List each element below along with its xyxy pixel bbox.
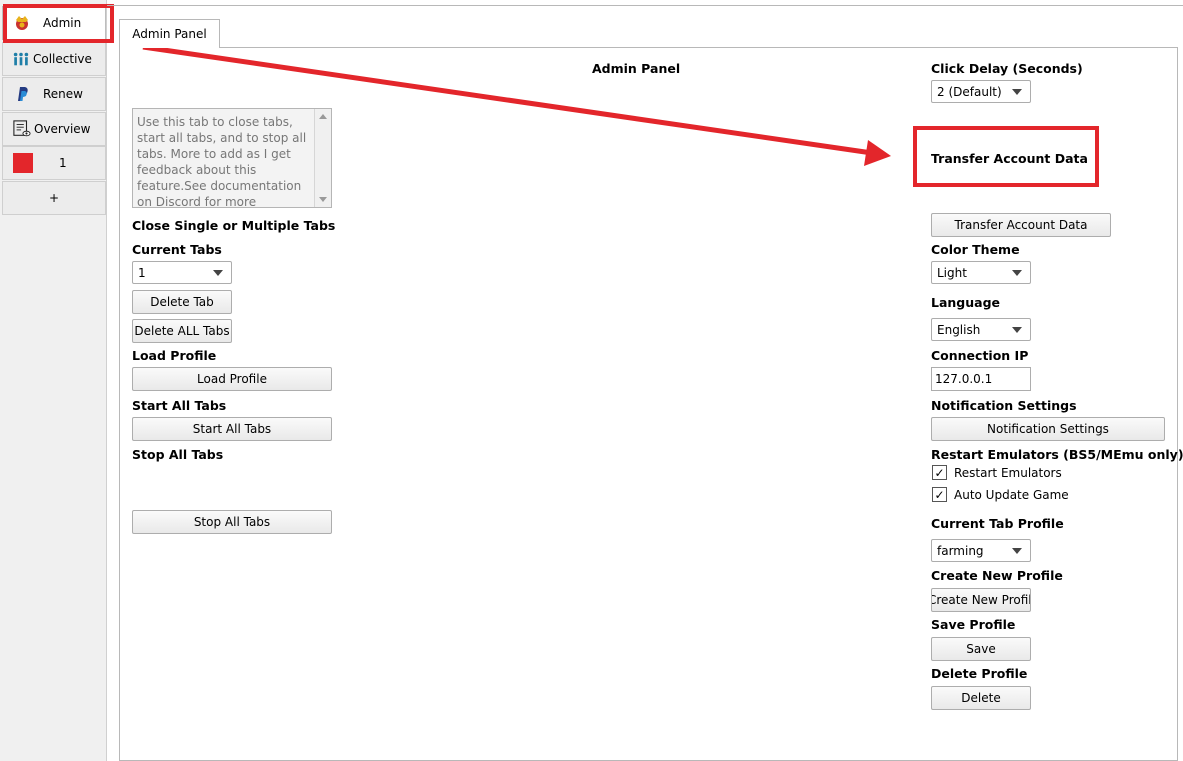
create-profile-button[interactable]: Create New Profile	[931, 588, 1031, 612]
connection-ip-value: 127.0.0.1	[935, 372, 993, 386]
restart-emulators-checkbox[interactable]: ✓	[932, 465, 947, 480]
sidebar-item-admin[interactable]: Admin	[2, 6, 106, 40]
language-label: Language	[931, 295, 1001, 310]
start-all-label: Start All Tabs	[132, 398, 227, 413]
paypal-icon	[13, 85, 31, 103]
description-text: Use this tab to close tabs, start all ta…	[137, 115, 307, 208]
sidebar-item-label: 1	[59, 156, 67, 170]
tab-label: Admin Panel	[132, 27, 207, 41]
checkmark-icon: ✓	[934, 465, 945, 480]
admin-crest-icon	[13, 14, 31, 32]
save-button[interactable]: Save	[931, 637, 1031, 661]
connection-ip-label: Connection IP	[931, 348, 1029, 363]
current-profile-value: farming	[937, 543, 984, 558]
restart-emulators-label: Restart Emulators (BS5/MEmu only)	[931, 447, 1183, 462]
description-textarea[interactable]: Use this tab to close tabs, start all ta…	[132, 108, 332, 208]
restart-emulators-checkbox-label: Restart Emulators	[954, 466, 1062, 480]
list-eye-icon	[13, 120, 31, 138]
click-delay-select[interactable]: 2 (Default)	[931, 80, 1031, 103]
chevron-down-icon	[213, 270, 223, 276]
sidebar: Admin Collective Renew Overview 1 +	[0, 0, 107, 761]
sidebar-item-overview[interactable]: Overview	[2, 112, 106, 146]
color-theme-select[interactable]: Light	[931, 261, 1031, 284]
delete-tab-button[interactable]: Delete Tab	[132, 290, 232, 314]
transfer-heading: Transfer Account Data	[931, 151, 1088, 166]
chevron-down-icon	[1012, 327, 1022, 333]
load-profile-label: Load Profile	[132, 348, 217, 363]
scroll-down-icon[interactable]	[319, 197, 327, 202]
color-theme-value: Light	[937, 265, 967, 280]
connection-ip-input[interactable]: 127.0.0.1	[931, 367, 1031, 391]
sidebar-item-label: Overview	[34, 122, 91, 136]
sidebar-item-label: Admin	[43, 16, 82, 30]
language-value: English	[937, 322, 981, 337]
chevron-down-icon	[1012, 270, 1022, 276]
auto-update-checkbox[interactable]: ✓	[932, 487, 947, 502]
save-profile-label: Save Profile	[931, 617, 1016, 632]
load-profile-button[interactable]: Load Profile	[132, 367, 332, 391]
notification-settings-button[interactable]: Notification Settings	[931, 417, 1165, 441]
stop-all-label: Stop All Tabs	[132, 447, 224, 462]
sidebar-item-tab-1[interactable]: 1	[2, 146, 106, 180]
sidebar-item-renew[interactable]: Renew	[2, 77, 106, 111]
sidebar-item-collective[interactable]: Collective	[2, 42, 106, 76]
divider	[107, 5, 1183, 6]
start-all-tabs-button[interactable]: Start All Tabs	[132, 417, 332, 441]
language-select[interactable]: English	[931, 318, 1031, 341]
chevron-down-icon	[1012, 548, 1022, 554]
close-tabs-label: Close Single or Multiple Tabs	[132, 218, 336, 233]
checkmark-icon: ✓	[934, 487, 945, 502]
current-profile-select[interactable]: farming	[931, 539, 1031, 562]
page-title: Admin Panel	[592, 61, 681, 76]
create-profile-button-label: Create New Profile	[931, 593, 1031, 607]
add-tab-button[interactable]: +	[2, 181, 106, 215]
current-tabs-select[interactable]: 1	[132, 261, 232, 284]
current-tabs-label: Current Tabs	[132, 242, 222, 257]
auto-update-checkbox-label: Auto Update Game	[954, 488, 1069, 502]
scrollbar[interactable]	[314, 109, 331, 207]
notification-settings-label: Notification Settings	[931, 398, 1077, 413]
tab-admin-panel[interactable]: Admin Panel	[119, 19, 220, 48]
create-profile-label: Create New Profile	[931, 568, 1063, 583]
delete-button[interactable]: Delete	[931, 686, 1031, 710]
click-delay-label: Click Delay (Seconds)	[931, 61, 1083, 76]
sidebar-item-label: Renew	[43, 87, 83, 101]
current-tabs-value: 1	[138, 265, 146, 280]
scroll-up-icon[interactable]	[319, 114, 327, 119]
delete-profile-label: Delete Profile	[931, 666, 1028, 681]
sidebar-item-label: Collective	[33, 52, 92, 66]
plus-icon: +	[48, 191, 60, 205]
current-profile-label: Current Tab Profile	[931, 516, 1064, 531]
stop-all-tabs-button[interactable]: Stop All Tabs	[132, 510, 332, 534]
transfer-account-button[interactable]: Transfer Account Data	[931, 213, 1111, 237]
color-theme-label: Color Theme	[931, 242, 1020, 257]
delete-all-tabs-button[interactable]: Delete ALL Tabs	[132, 319, 232, 343]
chevron-down-icon	[1012, 89, 1022, 95]
people-icon	[12, 50, 30, 68]
click-delay-value: 2 (Default)	[937, 84, 1002, 99]
red-square-icon	[13, 153, 33, 173]
